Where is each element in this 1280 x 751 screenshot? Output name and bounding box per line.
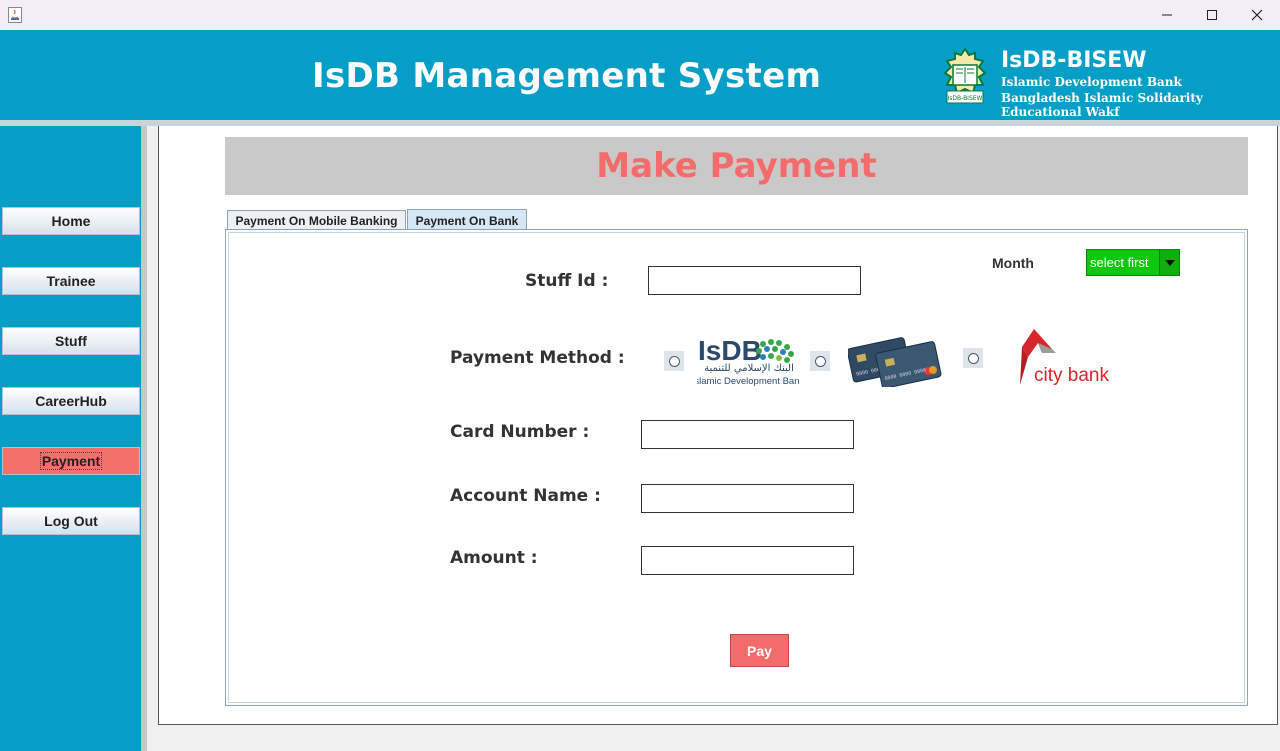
org-name: IsDB-BISEW — [1001, 48, 1147, 73]
svg-text:city bank: city bank — [1034, 365, 1109, 386]
minimize-button[interactable] — [1144, 0, 1190, 30]
close-icon — [1251, 9, 1263, 21]
radio-card[interactable] — [810, 351, 830, 371]
tab-label: Payment On Mobile Banking — [235, 213, 398, 228]
account-name-input[interactable] — [641, 484, 854, 513]
isdb-bank-logo-icon: IsDB البنك الإسلامي للتنمية Islamic Deve… — [692, 334, 805, 388]
card-number-input[interactable] — [641, 420, 854, 449]
sidebar-item-label: Stuff — [55, 333, 87, 349]
window-title-bar — [0, 0, 1280, 30]
org-subtitle-1: Islamic Development Bank — [1001, 75, 1182, 89]
sidebar-item-label: Log Out — [44, 513, 98, 529]
sidebar-item-careerhub[interactable]: CareerHub — [2, 387, 140, 415]
sidebar-item-payment[interactable]: Payment — [2, 447, 140, 475]
svg-text:IsDB-BISEW: IsDB-BISEW — [947, 95, 982, 102]
month-selected-value: select first — [1090, 255, 1149, 270]
sidebar-item-label: CareerHub — [35, 393, 107, 409]
svg-text:Islamic Development Bank: Islamic Development Bank — [697, 376, 799, 387]
sidebar-item-trainee[interactable]: Trainee — [2, 267, 140, 295]
close-button[interactable] — [1234, 0, 1280, 30]
tab-label: Payment On Bank — [415, 213, 519, 228]
sidebar-item-home[interactable]: Home — [2, 207, 140, 235]
sidebar-item-logout[interactable]: Log Out — [2, 507, 140, 535]
isdb-bisew-logo-icon: IsDB-BISEW — [941, 47, 989, 105]
minimize-icon — [1162, 14, 1172, 16]
pay-button[interactable]: Pay — [730, 634, 789, 667]
chevron-down-icon[interactable] — [1159, 250, 1179, 275]
payment-method-label: Payment Method : — [450, 348, 625, 368]
tab-bank[interactable]: Payment On Bank — [407, 209, 527, 231]
sidebar-item-label: Trainee — [46, 273, 96, 289]
app-header: IsDB Management System IsDB-BISEW IsDB-B… — [0, 30, 1280, 120]
account-name-label: Account Name : — [450, 486, 601, 506]
maximize-icon — [1207, 10, 1217, 20]
month-label: Month — [992, 255, 1034, 271]
sidebar-item-label: Payment — [39, 452, 103, 470]
maximize-button[interactable] — [1189, 0, 1235, 30]
sidebar-item-label: Home — [51, 213, 91, 229]
month-dropdown[interactable]: select first — [1086, 249, 1180, 276]
stuff-id-input[interactable] — [648, 266, 861, 295]
java-icon — [8, 7, 22, 23]
city-bank-logo-icon: city bank — [1016, 323, 1118, 389]
sidebar-item-stuff[interactable]: Stuff — [2, 327, 140, 355]
tab-panel-inner-border — [228, 232, 1245, 703]
amount-label: Amount : — [450, 548, 538, 568]
amount-input[interactable] — [641, 546, 854, 575]
credit-card-icon: 0000 0000 0000 0000 0000 0000 — [846, 333, 942, 389]
app-title: IsDB Management System — [312, 56, 822, 96]
svg-text:IsDB: IsDB — [698, 335, 762, 366]
stuff-id-label: Stuff Id : — [525, 271, 609, 291]
radio-citybank[interactable] — [963, 348, 983, 368]
page-title: Make Payment — [596, 146, 877, 186]
radio-isdb[interactable] — [664, 351, 684, 371]
card-number-label: Card Number : — [450, 422, 590, 442]
org-subtitle-2: Bangladesh Islamic Solidarity Educationa… — [1001, 91, 1203, 119]
tab-mobile-banking[interactable]: Payment On Mobile Banking — [227, 210, 406, 230]
heading-bar: Make Payment — [225, 137, 1248, 195]
svg-text:البنك الإسلامي للتنمية: البنك الإسلامي للتنمية — [704, 363, 794, 374]
